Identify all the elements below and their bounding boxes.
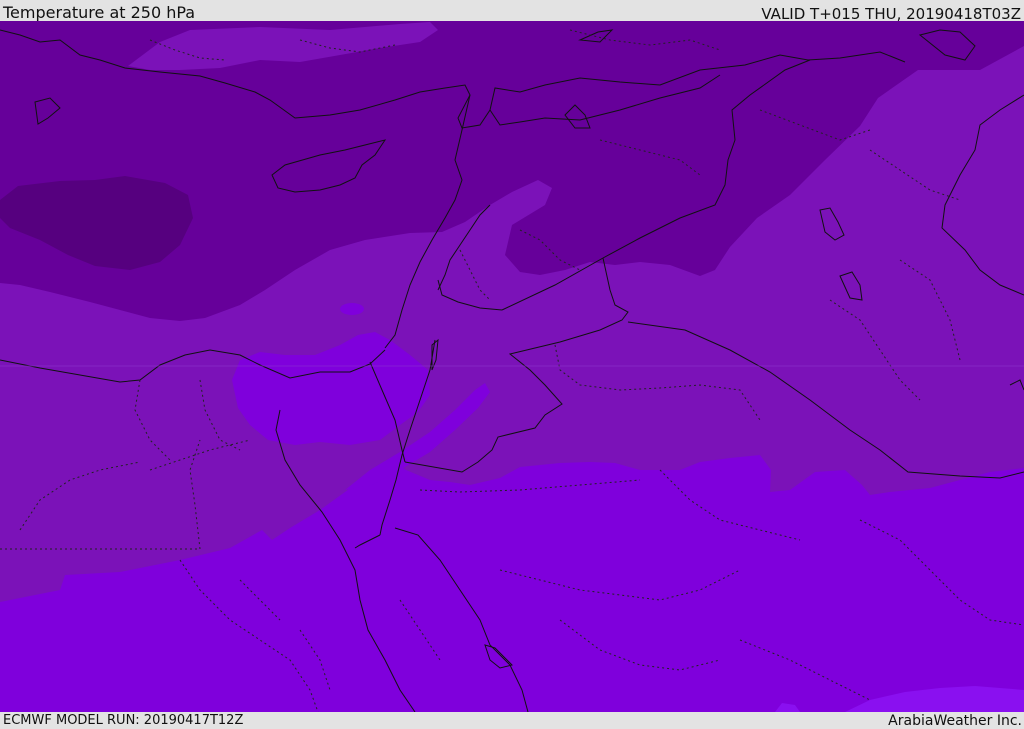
- model-run-label: ECMWF MODEL RUN: 20190417T12Z: [3, 713, 244, 728]
- header-bar: Temperature at 250 hPa VALID T+015 THU, …: [0, 0, 1024, 23]
- footer-bar: ECMWF MODEL RUN: 20190417T12Z ArabiaWeat…: [0, 712, 1024, 729]
- map-title: Temperature at 250 hPa: [3, 3, 196, 22]
- credit-label: ArabiaWeather Inc.: [888, 713, 1022, 729]
- temp-band-light-spot: [340, 303, 364, 315]
- weather-map[interactable]: [0, 21, 1024, 712]
